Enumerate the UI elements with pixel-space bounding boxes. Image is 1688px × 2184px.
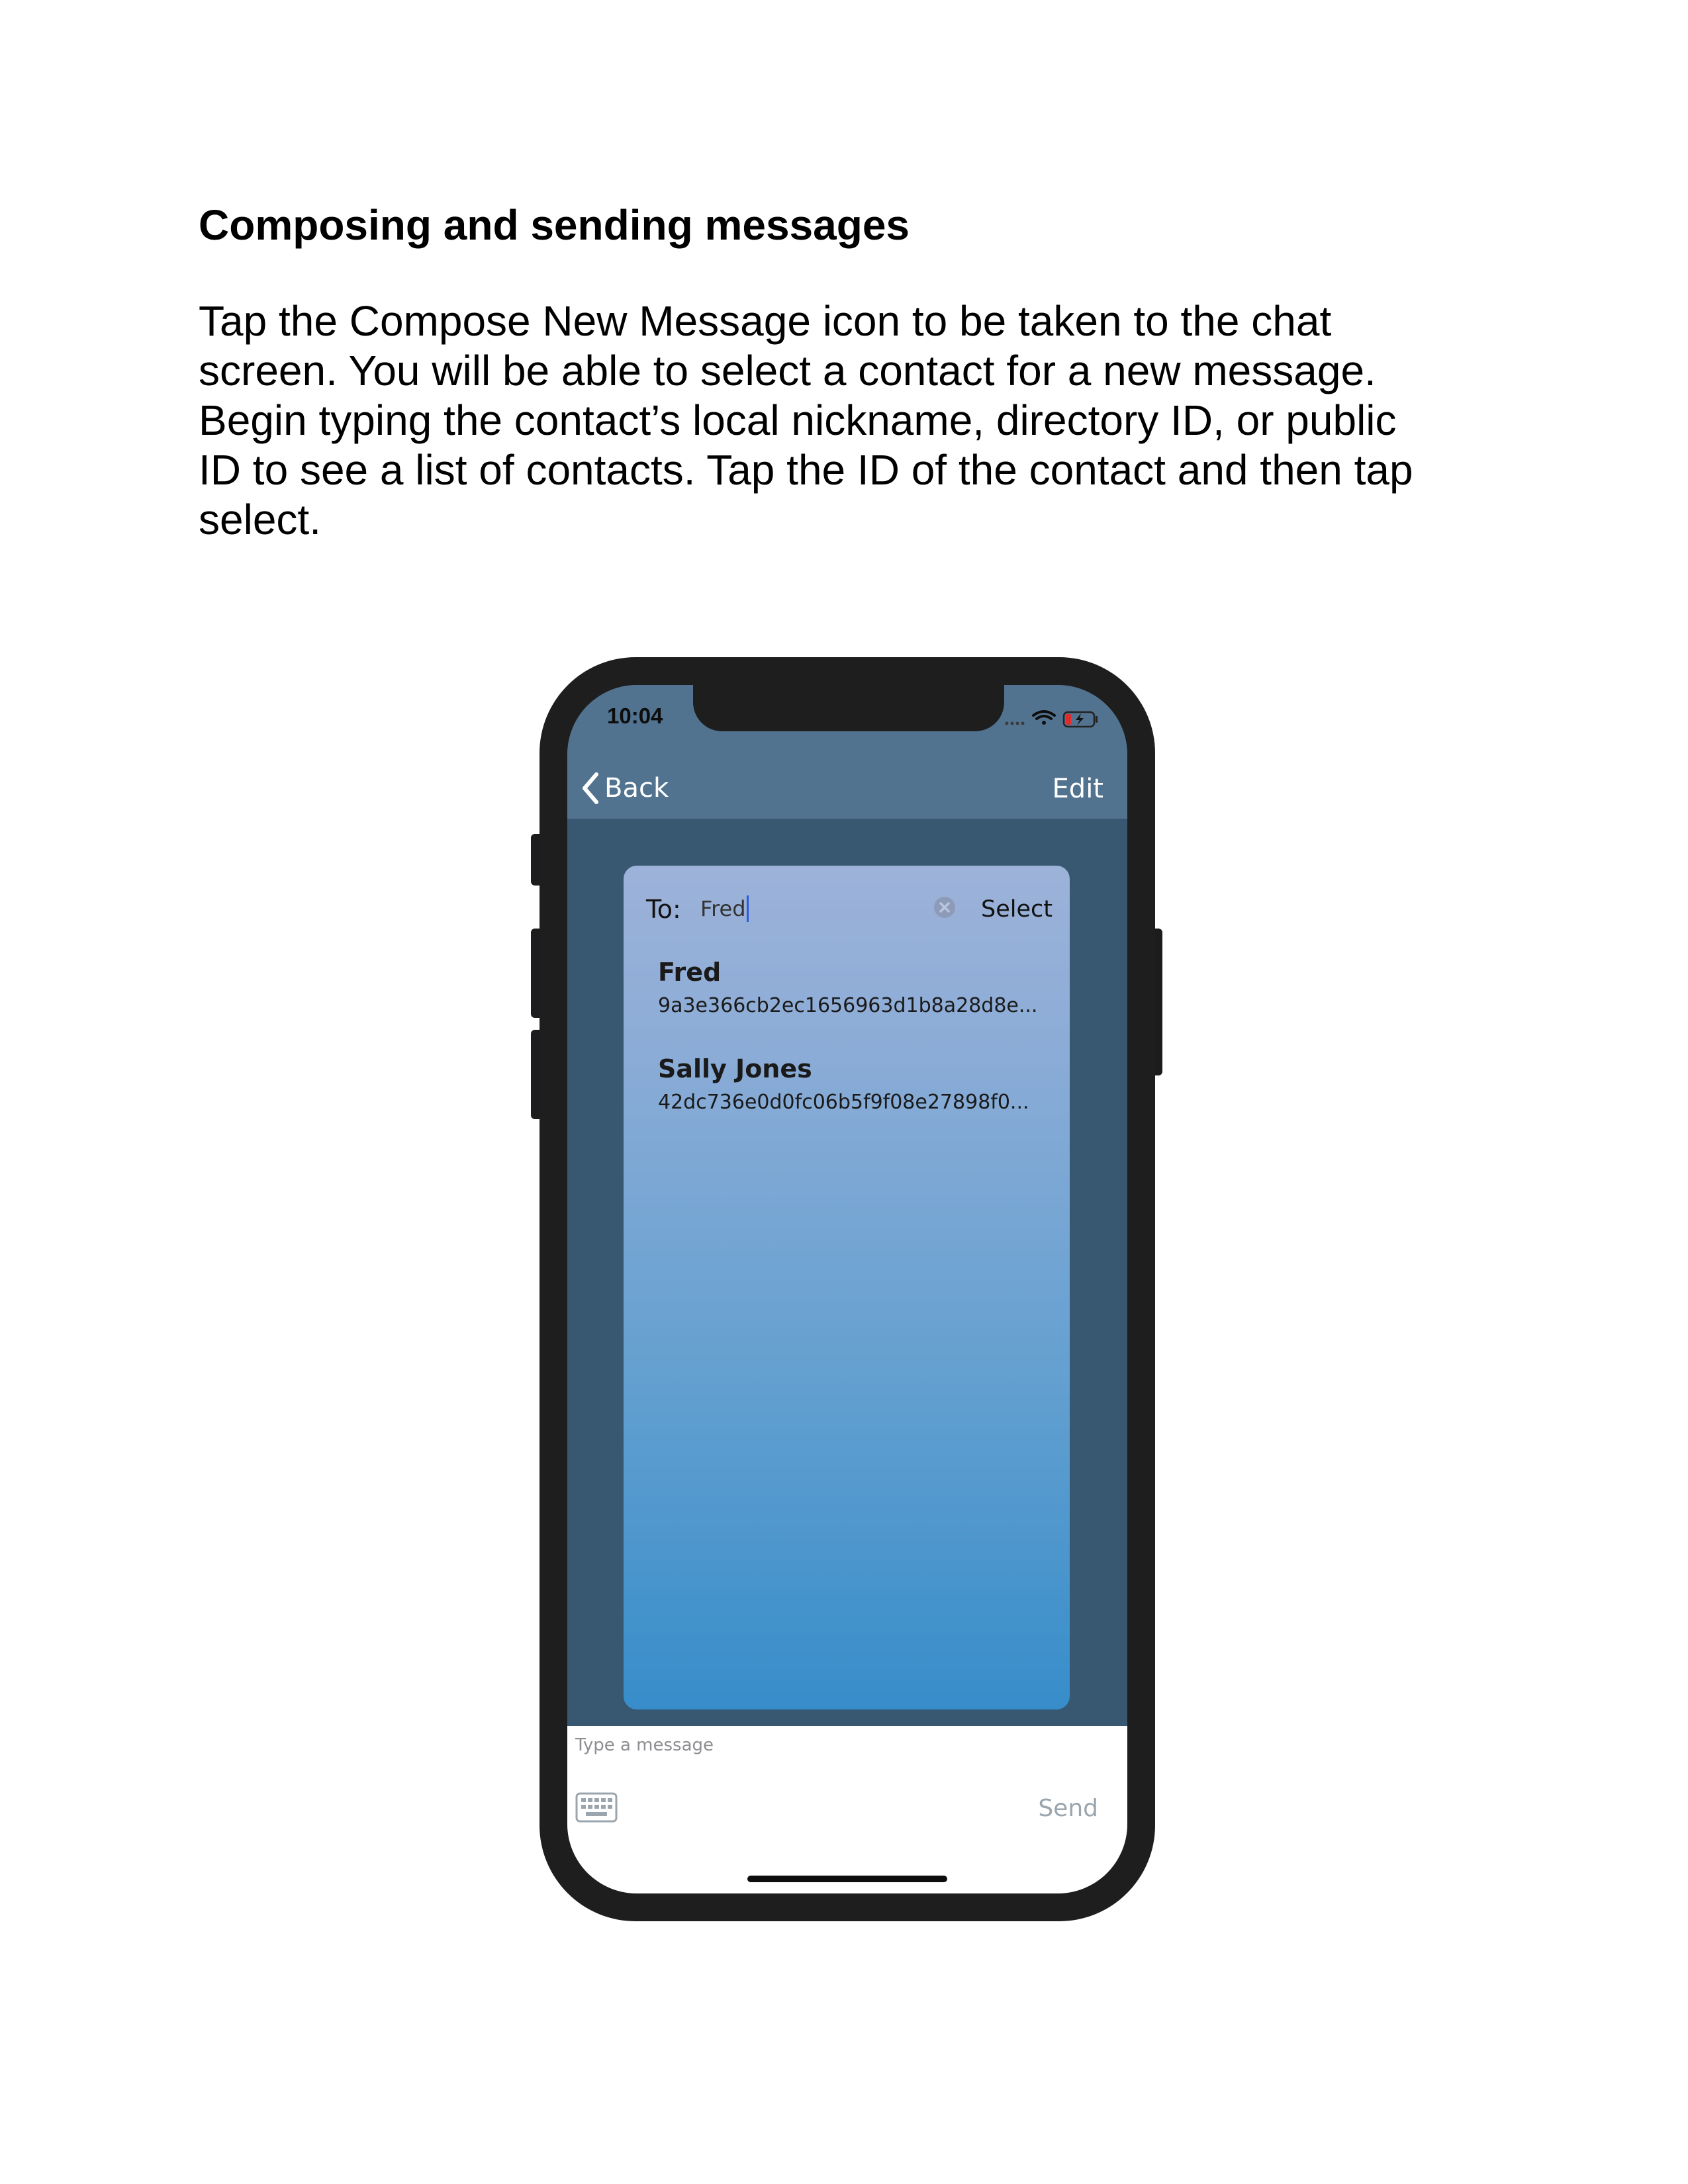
phone-screen: 10:04 Back Edit To: Fred Select Fred 9a3… xyxy=(567,685,1127,1893)
message-composer: Type a message Send xyxy=(567,1726,1127,1893)
instructions-paragraph: Tap the Compose New Message icon to be t… xyxy=(199,296,1509,545)
select-button[interactable]: Select xyxy=(981,896,1053,923)
send-button[interactable]: Send xyxy=(1038,1795,1098,1822)
paragraph-line: ID to see a list of contacts. Tap the ID… xyxy=(199,446,1413,494)
status-time: 10:04 xyxy=(607,704,663,728)
paragraph-line: Begin typing the contact’s local nicknam… xyxy=(199,396,1397,444)
edit-button[interactable]: Edit xyxy=(1053,774,1103,804)
status-bar: 10:04 xyxy=(567,685,1127,758)
recipient-value: Fred xyxy=(700,896,746,921)
keyboard-icon[interactable] xyxy=(575,1792,618,1823)
nav-bar: Back Edit xyxy=(567,758,1127,819)
clear-icon[interactable] xyxy=(933,896,956,919)
page-title: Composing and sending messages xyxy=(199,201,910,249)
signal-dots-icon xyxy=(1005,721,1025,725)
text-caret xyxy=(746,895,749,922)
paragraph-line: screen. You will be able to select a con… xyxy=(199,347,1376,394)
back-label: Back xyxy=(604,773,669,803)
chevron-left-icon xyxy=(583,772,598,804)
contact-name: Fred xyxy=(658,958,722,987)
phone-frame: 10:04 Back Edit To: Fred Select Fred 9a3… xyxy=(539,657,1155,1921)
paragraph-line: Tap the Compose New Message icon to be t… xyxy=(199,297,1332,345)
contact-id[interactable]: 42dc736e0d0fc06b5f9f08e27898f0... xyxy=(658,1089,1055,1116)
status-icons xyxy=(1005,710,1098,728)
notch xyxy=(693,685,1004,731)
contact-item[interactable]: Fred 9a3e366cb2ec1656963d1b8a28d8e... xyxy=(658,957,1055,1019)
to-label: To: xyxy=(646,895,681,924)
contact-name: Sally Jones xyxy=(658,1054,812,1083)
recipient-input[interactable]: Fred xyxy=(700,892,919,925)
battery-charging-icon xyxy=(1062,711,1098,728)
home-indicator[interactable] xyxy=(747,1876,947,1882)
contact-id[interactable]: 9a3e366cb2ec1656963d1b8a28d8e... xyxy=(658,993,1055,1019)
contact-item[interactable]: Sally Jones 42dc736e0d0fc06b5f9f08e27898… xyxy=(658,1054,1055,1116)
compose-card: To: Fred Select Fred 9a3e366cb2ec1656963… xyxy=(624,866,1070,1709)
paragraph-line: select. xyxy=(199,496,321,543)
message-input[interactable]: Type a message xyxy=(575,1735,714,1755)
back-button[interactable]: Back xyxy=(581,771,669,805)
wifi-icon xyxy=(1032,710,1056,725)
